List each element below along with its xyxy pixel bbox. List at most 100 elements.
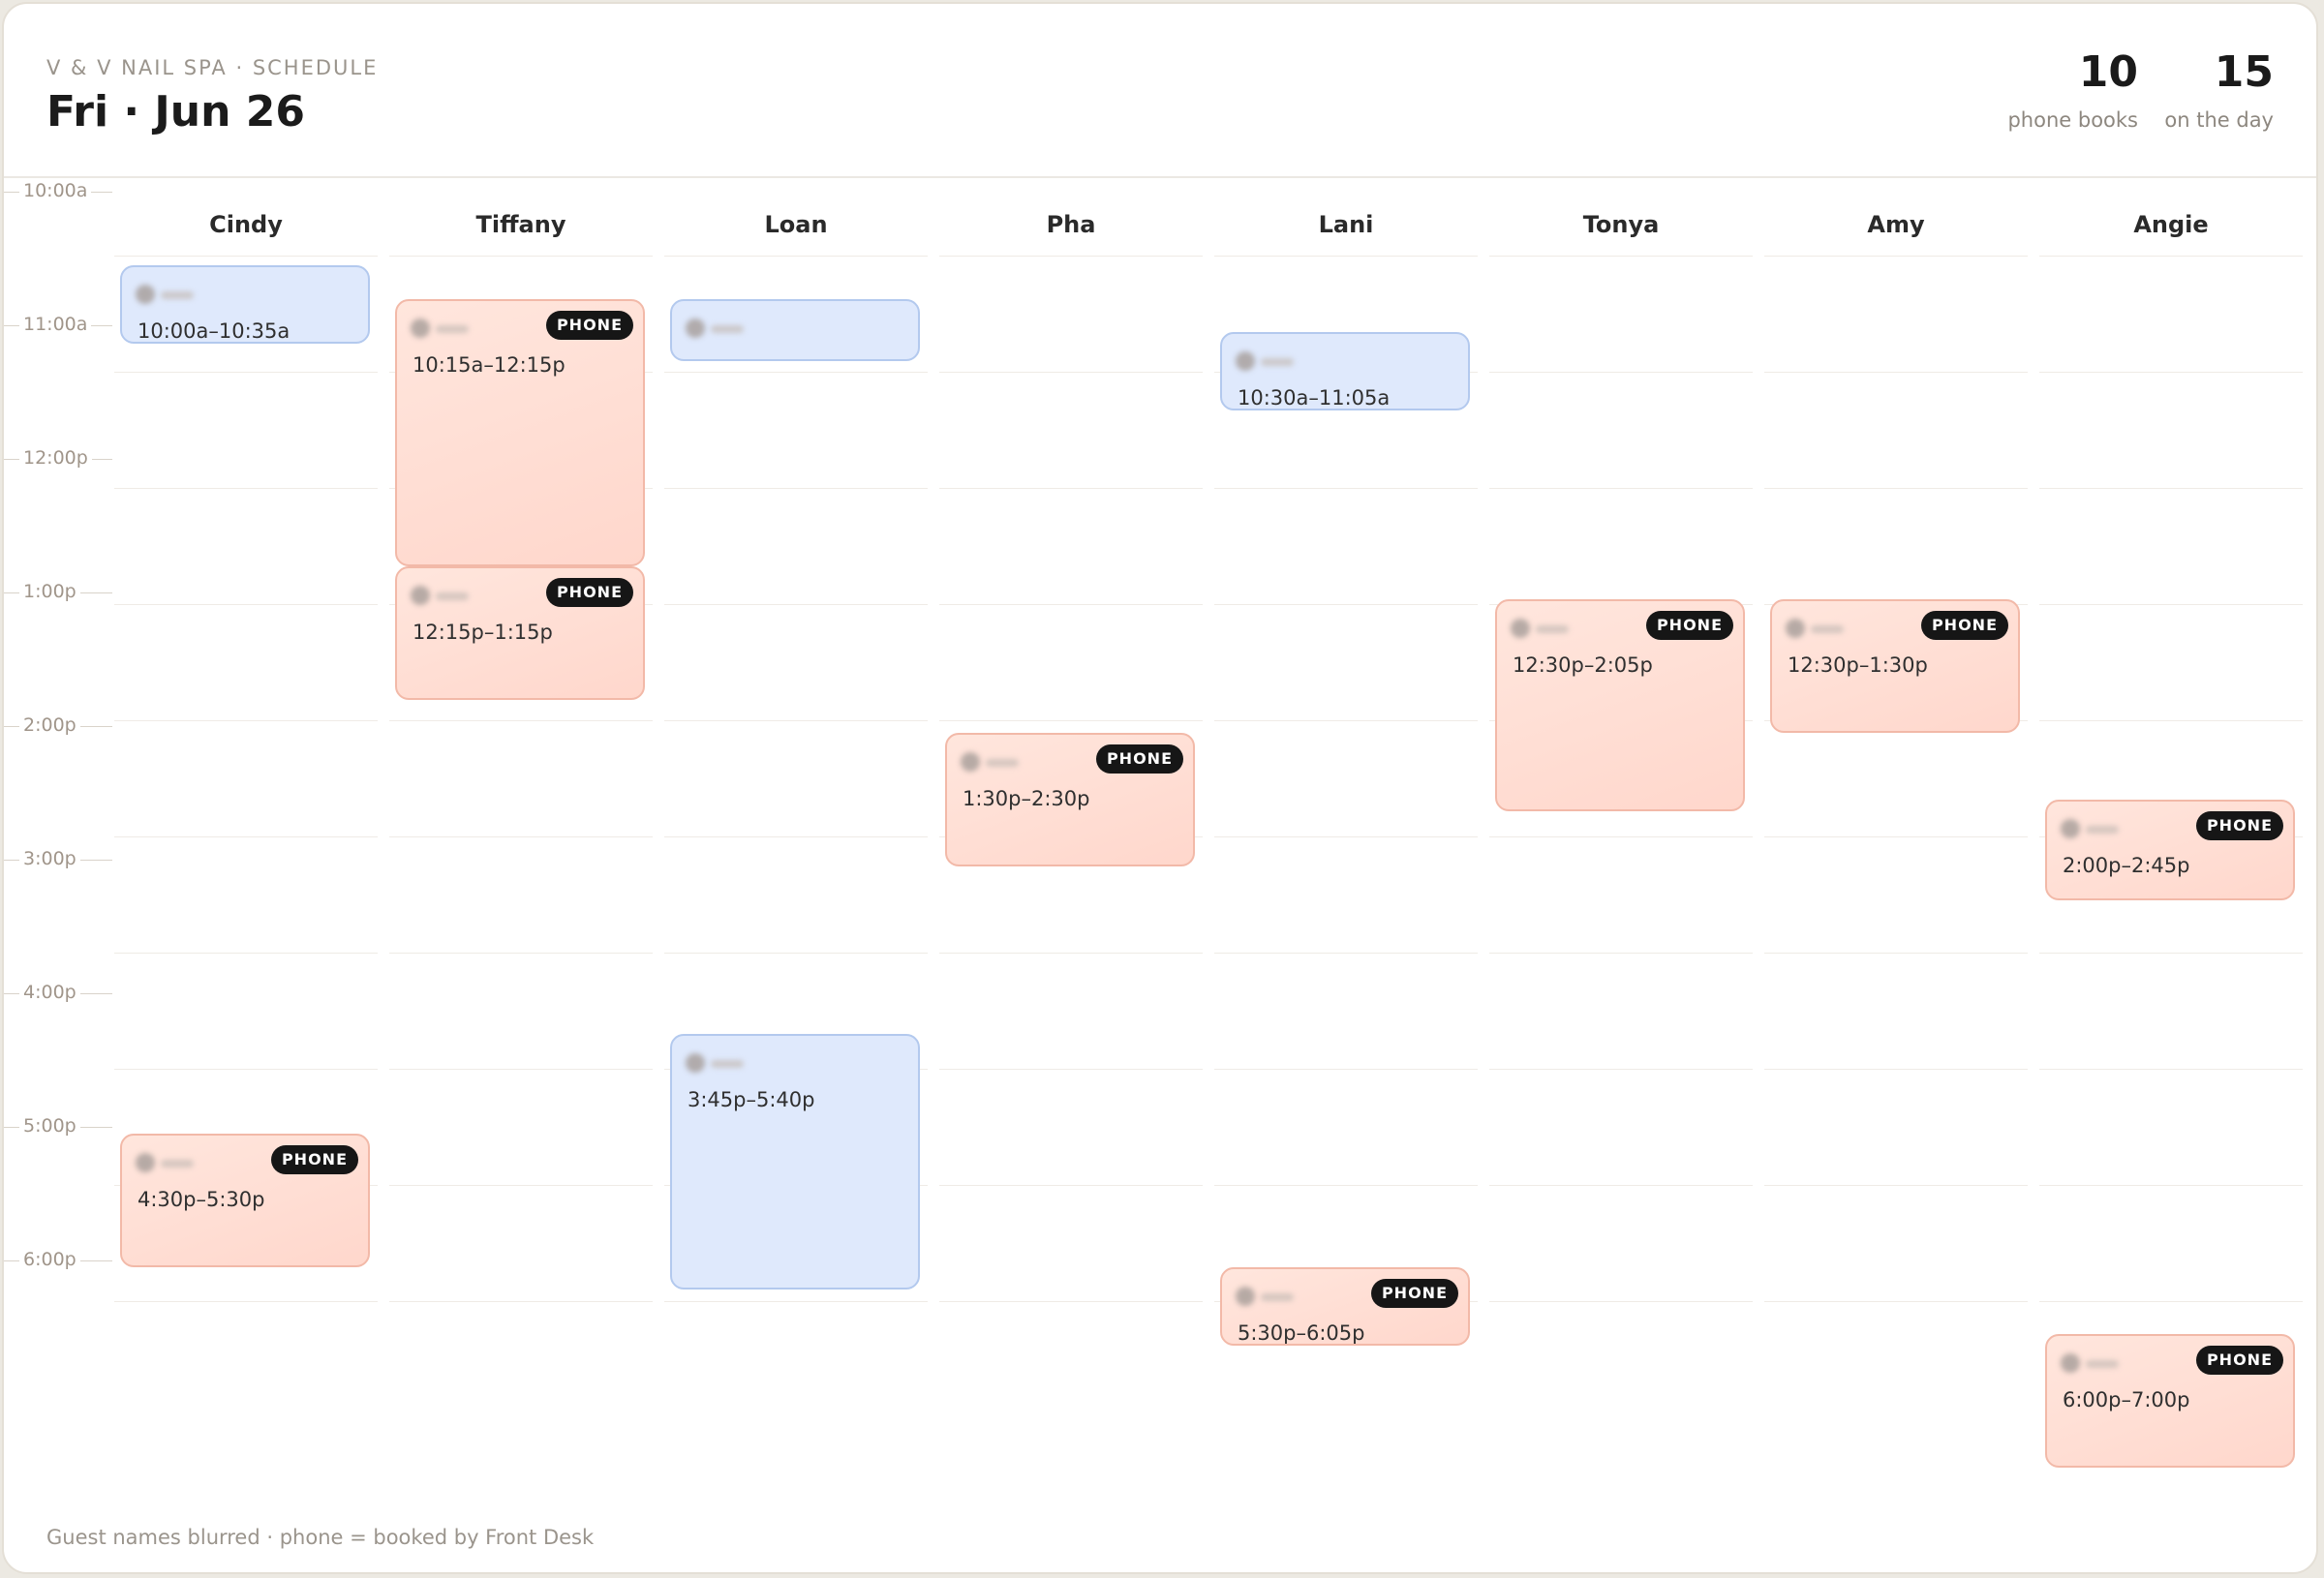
phone-appointment[interactable]: 5:30p–6:05p PHONE [1220, 1267, 1470, 1346]
grid-line [1214, 720, 1478, 721]
phone-badge: PHONE [545, 577, 633, 607]
guest-name-redaction [986, 759, 1019, 767]
phone-appointment[interactable]: 10:15a–12:15p PHONE [395, 298, 645, 566]
guest-name-redaction [436, 324, 469, 333]
grid-line [114, 953, 378, 954]
grid-line [664, 604, 928, 605]
footer-note: Guest names blurred · phone = booked by … [46, 1526, 595, 1549]
grid-line [939, 1301, 1203, 1302]
phone-appointment[interactable]: 12:30p–1:30p PHONE [1770, 599, 2020, 733]
grid-line [1764, 1301, 2028, 1302]
walkin-appointment[interactable]: 10:30a–11:05a [1220, 332, 1470, 410]
phone-badge: PHONE [270, 1145, 358, 1174]
grid-line [939, 256, 1203, 257]
appointment-time: 5:30p–6:05p [1238, 1321, 1365, 1345]
phone-appointment[interactable]: 6:00p–7:00p PHONE [2045, 1334, 2295, 1468]
stat-value: 10 [2078, 47, 2138, 97]
grid-line [1489, 1069, 1753, 1070]
blurred-guest-name [2061, 1353, 2119, 1375]
appointment-time: 10:00a–10:35a [138, 319, 290, 343]
walkin-appointment[interactable]: 10:00a–10:35a [120, 265, 370, 344]
grid-line [1489, 488, 1753, 489]
phone-appointment[interactable]: 4:30p–5:30p PHONE [120, 1134, 370, 1267]
grid-line [939, 720, 1203, 721]
phone-badge: PHONE [1095, 744, 1183, 774]
blurred-guest-name [1236, 1287, 1294, 1308]
blurred-guest-name [411, 318, 469, 340]
staff-column: Tonya 12:30p–2:05p PHONE [1489, 176, 1753, 1435]
staff-column: Cindy 10:00a–10:35a 4:30p–5:30p PHONE [114, 176, 378, 1435]
grid-line [939, 372, 1203, 373]
staff-column: Amy 12:30p–1:30p PHONE [1764, 176, 2028, 1435]
grid-line [389, 720, 653, 721]
grid-line [664, 488, 928, 489]
appointment-time: 12:15p–1:15p [413, 620, 553, 644]
appointment-time: 6:00p–7:00p [2063, 1388, 2190, 1411]
blurred-guest-name [961, 752, 1019, 774]
grid-line [389, 256, 653, 257]
appointment-time: 2:00p–2:45p [2063, 854, 2190, 877]
walkin-appointment[interactable]: 3:45p–5:40p [670, 1033, 920, 1290]
staff-name: Loan [764, 211, 828, 238]
grid-line [1214, 836, 1478, 837]
staff-name: Tonya [1582, 211, 1660, 238]
grid-line [939, 953, 1203, 954]
phone-appointment[interactable]: 2:00p–2:45p PHONE [2045, 800, 2295, 900]
stat-label: on the day [2164, 108, 2274, 132]
grid-line [389, 1185, 653, 1186]
appointment-time: 12:30p–2:05p [1513, 653, 1653, 677]
time-label: 10:00a [19, 180, 92, 201]
grid-line [114, 720, 378, 721]
guest-name-redaction [711, 1059, 744, 1068]
phone-appointment[interactable]: 1:30p–2:30p PHONE [945, 733, 1195, 866]
appointment-time: 12:30p–1:30p [1788, 653, 1928, 677]
grid-line [664, 953, 928, 954]
guest-name-redaction [436, 592, 469, 600]
grid-line [114, 1301, 378, 1302]
grid-line [1214, 488, 1478, 489]
blurred-guest-name [2061, 819, 2119, 840]
stat-phone-books: 10 phone books [2007, 46, 2138, 132]
walkin-appointment[interactable] [670, 298, 920, 361]
grid-line [1764, 372, 2028, 373]
grid-line [2039, 1069, 2303, 1070]
guest-avatar-icon [961, 752, 980, 772]
page-title: Fri · Jun 26 [46, 87, 305, 137]
grid-line [1214, 256, 1478, 257]
appointment-time: 10:30a–11:05a [1238, 386, 1391, 410]
staff-name: Cindy [209, 211, 283, 238]
stat-label: phone books [2007, 108, 2138, 132]
phone-badge: PHONE [1920, 611, 2008, 640]
grid-line [1764, 836, 2028, 837]
blurred-guest-name [136, 1153, 194, 1174]
grid-line [1489, 1301, 1753, 1302]
time-label: 6:00p [19, 1249, 80, 1270]
staff-name: Pha [1046, 211, 1096, 238]
grid-line [389, 1069, 653, 1070]
schedule-grid: 10:00a 11:00a 12:00p 1:00p 2:00p 3:00p 4:00p 5:… [4, 176, 2316, 1512]
guest-avatar-icon [1236, 351, 1255, 371]
guest-avatar-icon [411, 318, 430, 338]
phone-appointment[interactable]: 12:30p–2:05p PHONE [1495, 599, 1745, 811]
grid-line [2039, 1301, 2303, 1302]
grid-line [939, 604, 1203, 605]
grid-line [2039, 372, 2303, 373]
blurred-guest-name [1236, 351, 1294, 373]
grid-line [664, 1301, 928, 1302]
time-label: 2:00p [19, 714, 80, 736]
grid-line [389, 1301, 653, 1302]
grid-line [2039, 953, 2303, 954]
grid-line [664, 836, 928, 837]
staff-name: Amy [1867, 211, 1925, 238]
grid-line [664, 256, 928, 257]
phone-appointment[interactable]: 12:15p–1:15p PHONE [395, 565, 645, 700]
grid-line [114, 488, 378, 489]
guest-avatar-icon [136, 285, 155, 304]
appointment-time: 4:30p–5:30p [138, 1188, 265, 1211]
grid-line [1489, 836, 1753, 837]
staff-column: Tiffany 10:15a–12:15p PHONE 12:15p–1:15p PHO… [389, 176, 653, 1435]
time-label: 12:00p [19, 447, 92, 469]
guest-avatar-icon [1236, 1287, 1255, 1306]
staff-name: Angie [2133, 211, 2209, 238]
grid-line [114, 604, 378, 605]
